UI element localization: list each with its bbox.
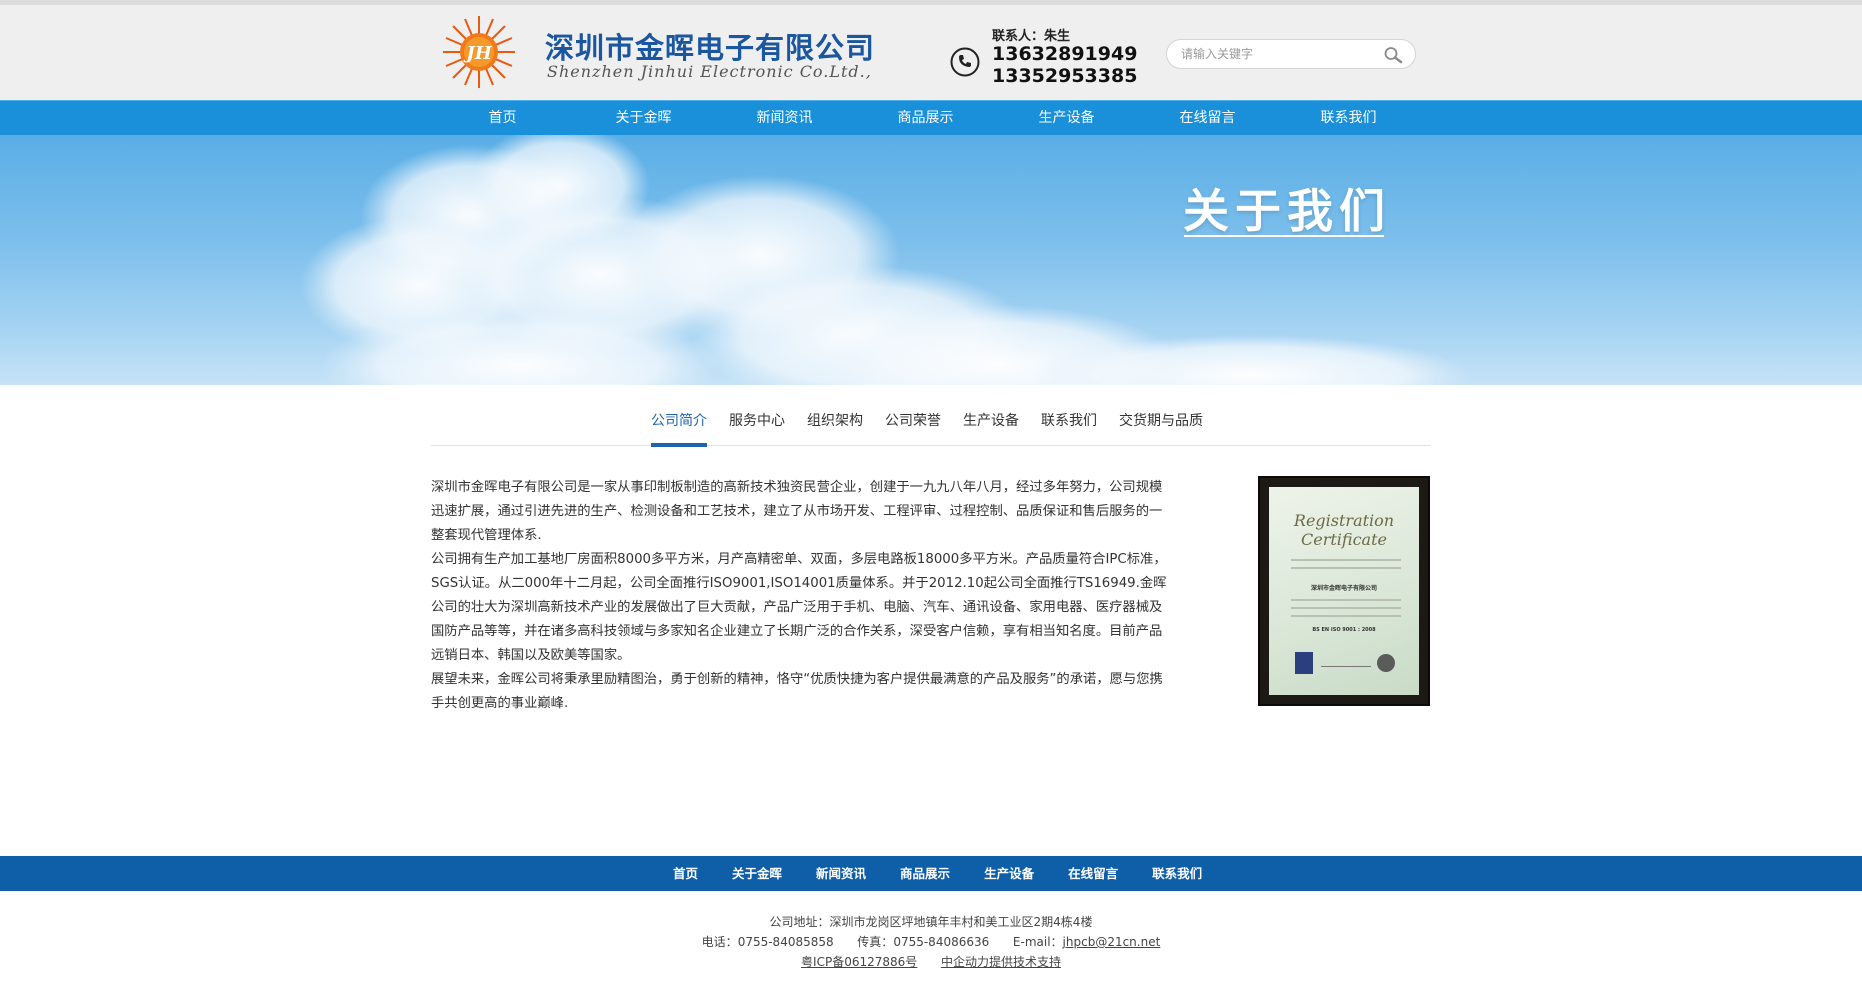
- certificate-stamp-icon: [1377, 654, 1395, 672]
- search-input[interactable]: [1181, 45, 1371, 63]
- company-name-cn: 深圳市金晖电子有限公司: [545, 31, 876, 65]
- footer-icp-link[interactable]: 粤ICP备06127886号: [801, 955, 917, 969]
- nav-item-contact[interactable]: 联系我们: [1278, 101, 1419, 135]
- nav-item-products[interactable]: 商品展示: [855, 101, 996, 135]
- footer-legal-row: 粤ICP备06127886号 中企动力提供技术支持: [0, 952, 1862, 972]
- footer-tel: 0755-84085858: [737, 935, 834, 949]
- footer-address: 公司地址：深圳市龙岗区坪地镇年丰村和美工业区2期4栋4楼: [769, 915, 1093, 929]
- company-logo[interactable]: JH: [434, 15, 524, 90]
- certificate-image: Registration Certificate 深圳市金晖电子有限公司 BS …: [1258, 476, 1430, 706]
- contact-person: 联系人：朱生: [992, 29, 1071, 44]
- nav-item-about[interactable]: 关于金晖: [573, 101, 714, 135]
- logo-monogram: JH: [463, 43, 493, 64]
- footer-link-message[interactable]: 在线留言: [1051, 856, 1135, 891]
- certificate-title: Registration Certificate: [1293, 511, 1395, 549]
- footer-contact-row: 电话：0755-84085858 传真：0755-84086636 E-mail…: [701, 935, 1161, 949]
- certificate-company: 深圳市金晖电子有限公司: [1310, 585, 1377, 592]
- nav-item-home[interactable]: 首页: [432, 101, 573, 135]
- phone-number-2: 13352953385: [992, 65, 1138, 87]
- footer-nav: 首页 关于金晖 新闻资讯 商品展示 生产设备 在线留言 联系我们: [0, 856, 1862, 891]
- phone-icon: [950, 47, 980, 77]
- footer-email-link[interactable]: jhpcb@21cn.net: [1063, 935, 1161, 949]
- cloud-background: [300, 135, 1470, 385]
- phone-number-1: 13632891949: [992, 43, 1138, 65]
- footer-link-contact[interactable]: 联系我们: [1135, 856, 1219, 891]
- banner: 关于我们: [0, 135, 1862, 385]
- intro-paragraph-2: 公司拥有生产加工基地厂房面积8000多平方米，月产高精密单、双面，多层电路板18…: [431, 552, 1167, 663]
- certificate-standard: BS EN ISO 9001 : 2008: [1312, 627, 1376, 633]
- footer-link-products[interactable]: 商品展示: [883, 856, 967, 891]
- site-header: JH 深圳市金晖电子有限公司 Shenzhen Jinhui Electroni…: [0, 5, 1862, 100]
- tab-company-profile[interactable]: 公司简介: [651, 400, 707, 447]
- intro-paragraph-3: 展望未来，金晖公司将秉承里励精图治，勇于创新的精神，恪守“优质快捷为客户提供最满…: [431, 672, 1163, 711]
- sub-tabs: 公司简介 服务中心 组织架构 公司荣誉 生产设备 联系我们 交货期与品质: [431, 400, 1431, 447]
- banner-title: 关于我们: [1183, 184, 1391, 238]
- nav-item-news[interactable]: 新闻资讯: [714, 101, 855, 135]
- footer-info: 公司地址：深圳市龙岗区坪地镇年丰村和美工业区2期4栋4楼 电话：0755-840…: [0, 912, 1862, 972]
- company-intro: 深圳市金晖电子有限公司是一家从事印制板制造的高新技术独资民营企业，创建于一九九八…: [431, 476, 1174, 716]
- tab-honors[interactable]: 公司荣誉: [885, 400, 941, 446]
- search-box: [1166, 39, 1416, 69]
- nav-item-message[interactable]: 在线留言: [1137, 101, 1278, 135]
- footer-link-about[interactable]: 关于金晖: [715, 856, 799, 891]
- tab-service-center[interactable]: 服务中心: [729, 400, 785, 446]
- contact-block: 联系人：朱生 13632891949 13352953385: [948, 23, 1137, 93]
- search-icon[interactable]: [1383, 46, 1403, 64]
- footer-fax: 0755-84086636: [893, 935, 990, 949]
- certificate-seal-icon: [1295, 652, 1313, 674]
- tab-equipment[interactable]: 生产设备: [963, 400, 1019, 446]
- footer-link-home[interactable]: 首页: [656, 856, 715, 891]
- footer-tech-support-link[interactable]: 中企动力提供技术支持: [941, 955, 1061, 969]
- tab-delivery-quality[interactable]: 交货期与品质: [1119, 400, 1203, 446]
- tab-organization[interactable]: 组织架构: [807, 400, 863, 446]
- nav-item-equipment[interactable]: 生产设备: [996, 101, 1137, 135]
- intro-paragraph-1: 深圳市金晖电子有限公司是一家从事印制板制造的高新技术独资民营企业，创建于一九九八…: [431, 480, 1163, 543]
- main-nav: 首页 关于金晖 新闻资讯 商品展示 生产设备 在线留言 联系我们: [0, 100, 1862, 135]
- banner-underline: [1184, 235, 1384, 237]
- certificate-signature: [1321, 659, 1371, 667]
- footer-link-news[interactable]: 新闻资讯: [799, 856, 883, 891]
- footer-link-equipment[interactable]: 生产设备: [967, 856, 1051, 891]
- tab-contact[interactable]: 联系我们: [1041, 400, 1097, 446]
- company-name-en: Shenzhen Jinhui Electronic Co.Ltd.,: [547, 62, 872, 81]
